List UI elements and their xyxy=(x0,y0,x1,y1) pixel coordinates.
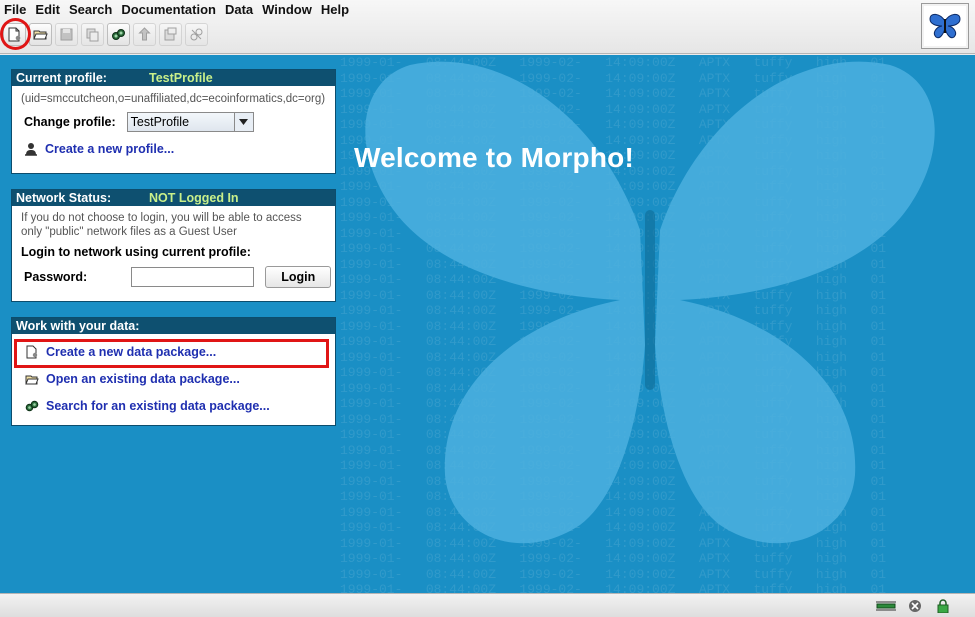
profile-panel: Current profile: TestProfile (uid=smccut… xyxy=(11,69,336,174)
menu-documentation[interactable]: Documentation xyxy=(121,2,216,18)
menu-window[interactable]: Window xyxy=(262,2,312,18)
create-profile-link[interactable]: Create a new profile... xyxy=(45,142,174,156)
search-data-package-link[interactable]: Search for an existing data package... xyxy=(46,399,270,413)
network-status: NOT Logged In xyxy=(149,191,239,205)
login-button[interactable]: Login xyxy=(265,266,332,288)
change-profile-row: Change profile: TestProfile xyxy=(12,105,335,132)
welcome-title: Welcome to Morpho! xyxy=(354,142,634,173)
search-icon xyxy=(25,400,39,412)
search-package-row: Search for an existing data package... xyxy=(12,386,335,413)
password-row: Password: Login xyxy=(12,259,335,288)
butterfly-watermark xyxy=(365,61,935,544)
morpho-logo xyxy=(921,3,969,49)
copy-button[interactable] xyxy=(81,23,104,46)
change-profile-label: Change profile: xyxy=(24,115,116,129)
login-prompt: Login to network using current profile: xyxy=(21,245,251,259)
profile-select-value: TestProfile xyxy=(130,115,190,129)
data-panel-header: Work with your data: xyxy=(12,318,335,334)
butterfly-logo-icon xyxy=(929,13,961,39)
upload-button[interactable] xyxy=(133,23,156,46)
top-bar: File Edit Search Documentation Data Wind… xyxy=(0,0,975,54)
network-panel: Network Status: NOT Logged In If you do … xyxy=(11,189,336,302)
upload-icon xyxy=(138,27,151,41)
menu-file[interactable]: File xyxy=(4,2,26,18)
data-panel: Work with your data: Create a new data p… xyxy=(11,317,336,426)
search-button[interactable] xyxy=(107,23,130,46)
welcome-area: 1999-01- 08:44:00Z 1999-02- 14:09:00Z AP… xyxy=(0,55,975,593)
network-connection-icon xyxy=(876,601,896,611)
password-field[interactable] xyxy=(131,267,255,287)
save-icon xyxy=(60,28,73,41)
delete-button[interactable] xyxy=(185,23,208,46)
guest-note: If you do not choose to login, you will … xyxy=(21,212,302,238)
delete-icon xyxy=(190,28,203,41)
open-package-icon xyxy=(33,30,48,40)
new-data-package-icon xyxy=(8,27,21,42)
disconnected-icon xyxy=(909,600,921,612)
profile-heading: Current profile: xyxy=(16,71,107,85)
password-label: Password: xyxy=(24,270,88,284)
network-heading: Network Status: xyxy=(16,191,112,205)
toolbar xyxy=(3,23,208,46)
open-package-button[interactable] xyxy=(29,23,52,46)
create-profile-row: Create a new profile... xyxy=(12,132,335,156)
status-bar xyxy=(0,593,975,617)
open-package-icon xyxy=(25,375,39,385)
network-panel-header: Network Status: NOT Logged In xyxy=(12,190,335,206)
profile-dn: (uid=smccutcheon,o=unaffiliated,dc=ecoin… xyxy=(21,93,326,105)
profile-select[interactable]: TestProfile xyxy=(126,112,254,132)
export-icon xyxy=(164,27,177,41)
highlight-box xyxy=(14,339,329,368)
copy-icon xyxy=(86,28,99,42)
data-heading: Work with your data: xyxy=(16,319,140,333)
new-data-package-button[interactable] xyxy=(3,23,26,46)
menu-edit[interactable]: Edit xyxy=(35,2,60,18)
search-icon xyxy=(112,29,125,40)
menu-help[interactable]: Help xyxy=(321,2,349,18)
menu-bar: File Edit Search Documentation Data Wind… xyxy=(4,2,358,18)
open-data-package-link[interactable]: Open an existing data package... xyxy=(46,372,240,386)
user-icon xyxy=(25,143,37,156)
menu-search[interactable]: Search xyxy=(69,2,112,18)
profile-panel-header: Current profile: TestProfile xyxy=(12,70,335,86)
menu-data[interactable]: Data xyxy=(225,2,253,18)
save-button[interactable] xyxy=(55,23,78,46)
lock-icon xyxy=(937,599,949,613)
export-button[interactable] xyxy=(159,23,182,46)
profile-name: TestProfile xyxy=(149,71,213,85)
chevron-down-icon[interactable] xyxy=(233,113,253,131)
